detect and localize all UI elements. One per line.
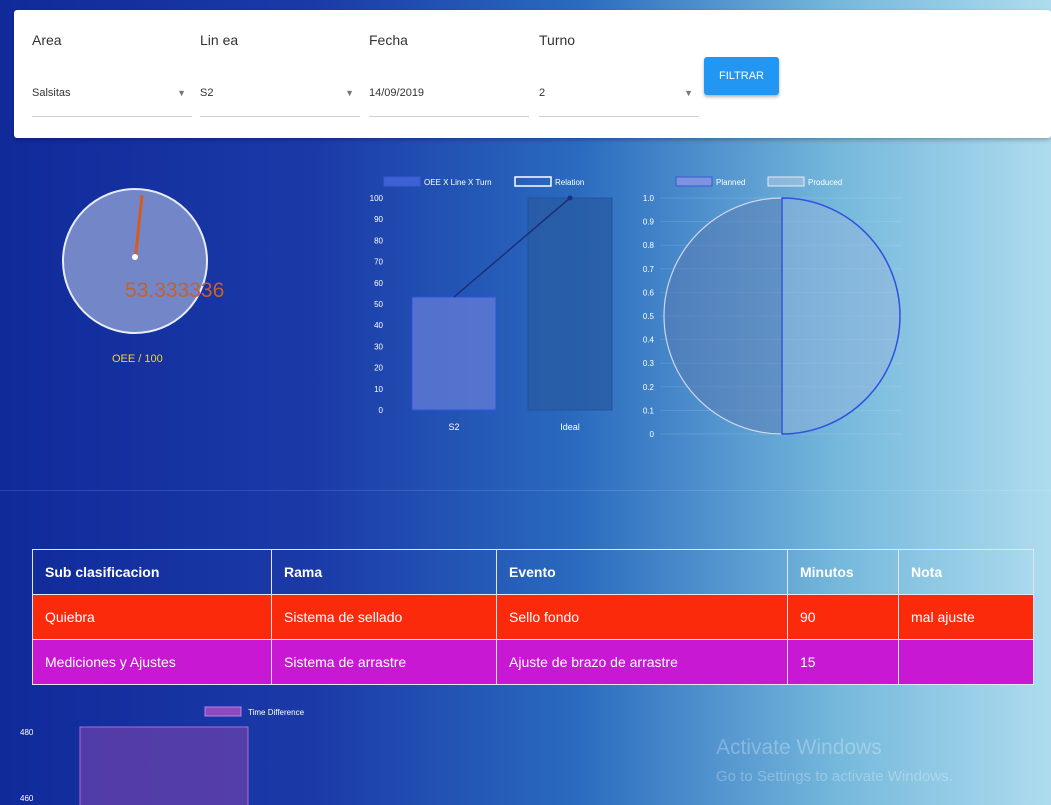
y-tick-label: 0	[379, 406, 384, 415]
cell-sub-clasificacion: Quiebra	[32, 594, 272, 640]
bar	[79, 726, 249, 805]
section-divider	[0, 490, 1051, 491]
header-evento: Evento	[496, 549, 788, 595]
y-tick-label: 0.5	[643, 312, 655, 321]
legend-swatch	[204, 706, 242, 717]
header-minutos: Minutos	[787, 549, 899, 595]
cell-rama: Sistema de arrastre	[271, 639, 497, 685]
y-tick-label: 0.8	[643, 241, 655, 250]
y-tick-label: 0.7	[643, 265, 655, 274]
watermark-subtitle: Go to Settings to activate Windows.	[716, 768, 953, 785]
y-tick-label: 10	[374, 385, 383, 394]
y-tick-label: 0.2	[643, 383, 655, 392]
y-tick-label: 40	[374, 321, 383, 330]
header-sub-clasificacion: Sub clasificacion	[32, 549, 272, 595]
table-row: Quiebra Sistema de sellado Sello fondo 9…	[32, 594, 1034, 640]
legend-swatch	[514, 176, 552, 187]
y-tick-label: 100	[370, 194, 384, 203]
table-row: Mediciones y Ajustes Sistema de arrastre…	[32, 639, 1034, 685]
cell-sub-clasificacion: Mediciones y Ajustes	[32, 639, 272, 685]
y-tick-label: 30	[374, 342, 383, 351]
legend-label: Relation	[555, 178, 584, 187]
legend-swatch	[767, 176, 805, 187]
legend-label: Produced	[808, 178, 842, 187]
y-tick-label: 0.1	[643, 406, 655, 415]
bar	[527, 197, 613, 411]
events-table: Sub clasificacion Rama Evento Minutos No…	[32, 549, 1034, 685]
y-tick-label: 0.6	[643, 288, 655, 297]
relation-point	[567, 195, 573, 201]
watermark-title: Activate Windows	[716, 736, 882, 759]
cell-rama: Sistema de sellado	[271, 594, 497, 640]
y-tick-label: 50	[374, 300, 383, 309]
y-tick-label: 1.0	[643, 194, 655, 203]
pie-slice	[663, 197, 783, 435]
pie-slice	[781, 197, 901, 435]
y-tick-label: 480	[20, 728, 34, 737]
y-tick-label: 0.9	[643, 218, 655, 227]
y-tick-label: 0.4	[643, 336, 655, 345]
y-tick-label: 80	[374, 236, 383, 245]
cell-evento: Ajuste de brazo de arrastre	[496, 639, 788, 685]
y-tick-label: 0.3	[643, 359, 655, 368]
y-tick-label: 20	[374, 364, 383, 373]
x-tick-label: S2	[448, 422, 459, 432]
legend-label: Time Difference	[248, 708, 305, 717]
header-rama: Rama	[271, 549, 497, 595]
y-tick-label: 90	[374, 215, 383, 224]
y-tick-label: 460	[20, 794, 34, 803]
cell-minutos: 15	[787, 639, 899, 685]
table-header-row: Sub clasificacion Rama Evento Minutos No…	[32, 549, 1034, 595]
legend-label: OEE X Line X Turn	[424, 178, 492, 187]
cell-nota	[898, 639, 1034, 685]
bar	[411, 296, 497, 411]
x-tick-label: Ideal	[560, 422, 580, 432]
legend-swatch	[383, 176, 421, 187]
legend-swatch	[675, 176, 713, 187]
cell-minutos: 90	[787, 594, 899, 640]
cell-nota: mal ajuste	[898, 594, 1034, 640]
y-tick-label: 60	[374, 279, 383, 288]
y-tick-label: 70	[374, 258, 383, 267]
legend-label: Planned	[716, 178, 745, 187]
y-tick-label: 0	[650, 430, 655, 439]
header-nota: Nota	[898, 549, 1034, 595]
cell-evento: Sello fondo	[496, 594, 788, 640]
